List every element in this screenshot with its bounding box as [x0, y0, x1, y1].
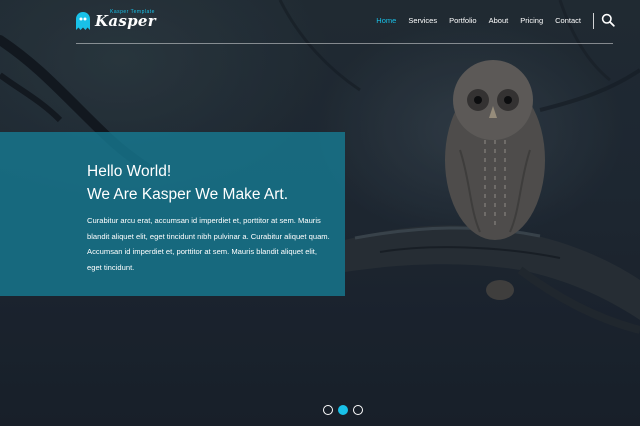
slider-bullet-1[interactable]	[323, 405, 333, 415]
nav-item-services[interactable]: Services	[402, 15, 443, 27]
nav-item-about[interactable]: About	[483, 15, 515, 27]
nav-divider	[593, 13, 594, 29]
slider-bullets	[323, 405, 363, 415]
nav-item-portfolio[interactable]: Portfolio	[443, 15, 483, 27]
hero-paragraph: Curabitur arcu erat, accumsan id imperdi…	[87, 216, 330, 272]
main-nav: Home Services Portfolio About Pricing Co…	[370, 15, 587, 27]
nav-item-pricing[interactable]: Pricing	[514, 15, 549, 27]
hero-heading-line2: We Are Kasper We Make Art.	[87, 186, 289, 203]
ghost-icon	[76, 12, 90, 30]
hero-heading: Hello World! We Are Kasper We Make Art.	[87, 160, 288, 206]
site-logo[interactable]: Kasper Kasper Template	[76, 9, 156, 33]
site-header: Kasper Kasper Template Home Services Por…	[0, 0, 640, 44]
hero-section: Kasper Kasper Template Home Services Por…	[0, 0, 640, 426]
nav-item-contact[interactable]: Contact	[549, 15, 587, 27]
header-divider-line	[76, 43, 613, 44]
nav-item-home[interactable]: Home	[370, 15, 402, 27]
logo-tagline: Kasper Template	[110, 9, 155, 15]
slider-bullet-3[interactable]	[353, 405, 363, 415]
search-icon[interactable]	[601, 13, 615, 27]
slider-bullet-2[interactable]	[338, 405, 348, 415]
hero-heading-line1: Hello World!	[87, 163, 172, 180]
